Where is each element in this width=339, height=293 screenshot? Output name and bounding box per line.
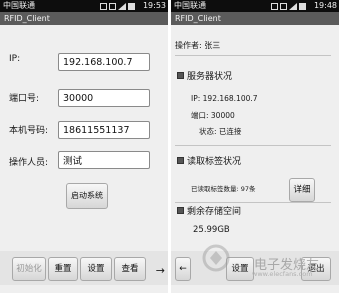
storage-value: 25.99GB <box>193 225 230 235</box>
tag-count: 已读取标签数量: 97条 <box>191 185 256 193</box>
ip-label: IP: <box>9 54 21 64</box>
port-label: 端口号: <box>9 94 40 104</box>
clock: 19:53 <box>142 1 166 10</box>
operator-input[interactable] <box>58 151 150 169</box>
server-checkbox-icon[interactable] <box>177 72 184 79</box>
sd-card-icon <box>280 2 287 10</box>
phone-number-label: 本机号码: <box>9 126 49 136</box>
app-title: RFID_Client <box>171 12 339 25</box>
detail-button[interactable]: 详细 <box>289 178 315 202</box>
phone-number-input[interactable] <box>58 121 150 139</box>
start-system-button[interactable]: 启动系统 <box>66 183 108 209</box>
divider <box>175 145 331 146</box>
sd-card-icon <box>109 2 116 10</box>
reset-button[interactable]: 重置 <box>48 257 78 281</box>
divider <box>175 55 331 56</box>
status-bar: 中国联通 19:53 <box>0 0 168 12</box>
watermark-url: www.elecfans.com <box>252 270 313 278</box>
storage-checkbox-icon[interactable] <box>177 207 184 214</box>
tag-checkbox-icon[interactable] <box>177 157 184 164</box>
wifi-icon <box>271 2 278 10</box>
app-title: RFID_Client <box>0 12 168 25</box>
view-button[interactable]: 查看 <box>114 257 146 281</box>
status-icons <box>100 2 135 10</box>
ip-input[interactable] <box>58 53 150 71</box>
divider <box>175 202 331 203</box>
server-section-title: 服务器状况 <box>187 72 233 82</box>
settings-button[interactable]: 设置 <box>80 257 112 281</box>
more-arrow-icon[interactable]: → <box>156 264 165 277</box>
operator-line: 操作者: 张三 <box>175 41 221 50</box>
battery-icon <box>299 2 306 10</box>
server-ip: IP: 192.168.100.7 <box>191 94 258 103</box>
carrier-name: 中国联通 <box>3 1 35 10</box>
status-bar: 中国联通 19:48 <box>171 0 339 12</box>
status-icons <box>271 2 306 10</box>
signal-icon <box>118 2 126 10</box>
signal-icon <box>289 2 297 10</box>
storage-section-title: 剩余存储空间 <box>187 207 242 217</box>
tag-section-title: 读取标签状况 <box>187 157 242 167</box>
init-button[interactable]: 初始化 <box>12 257 46 281</box>
carrier-name: 中国联通 <box>174 1 206 10</box>
bottom-toolbar: 初始化 重置 设置 查看 → <box>0 251 168 285</box>
operator-label: 操作人员: <box>9 158 49 168</box>
server-state: 状态: 已连接 <box>199 127 242 136</box>
battery-icon <box>128 2 135 10</box>
port-input[interactable] <box>58 89 150 107</box>
server-port: 端口: 30000 <box>191 111 235 120</box>
login-screen: 中国联通 19:53 RFID_Client IP: 端口号: 本机号码: 操作… <box>0 0 168 293</box>
clock: 19:48 <box>313 1 337 10</box>
wifi-icon <box>100 2 107 10</box>
